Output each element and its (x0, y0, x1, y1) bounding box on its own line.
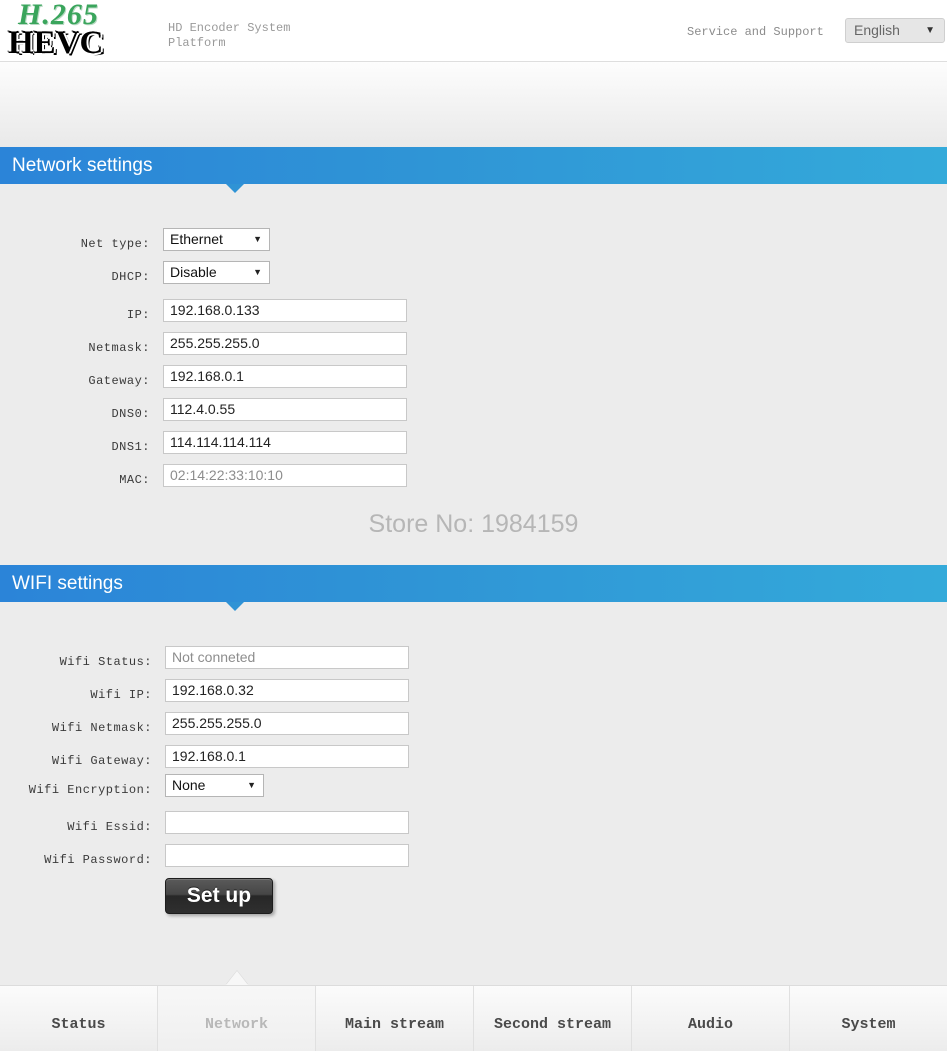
net-type-label: Net type: (80, 237, 150, 251)
nav-item-system[interactable]: System (790, 986, 947, 1051)
chevron-down-icon: ▼ (253, 234, 262, 244)
netmask-input[interactable]: 255.255.255.0 (163, 332, 407, 355)
wifi-section-header: WIFI settings (0, 565, 947, 602)
wifi-netmask-label: Wifi Netmask: (51, 721, 152, 735)
netmask-label: Netmask: (88, 341, 150, 355)
wifi-encryption-value: None (172, 777, 206, 793)
page-title-band: Network Settings (0, 62, 947, 192)
bottom-nav: Status Network Main stream Second stream… (0, 985, 947, 1051)
wifi-encryption-label: Wifi Encryption: (28, 783, 152, 797)
header-subtitle: HD Encoder System Platform (168, 21, 291, 50)
form-row-wifi-ip: Wifi IP: 192.168.0.32 (0, 679, 947, 712)
dns0-input[interactable]: 112.4.0.55 (163, 398, 407, 421)
wifi-ip-label: Wifi IP: (90, 688, 152, 702)
page-root: H.265 HEVC HD Encoder System Platform Se… (0, 0, 947, 1051)
mac-label: MAC: (119, 473, 150, 487)
brand-logo: H.265 HEVC (8, 0, 148, 62)
form-row-dhcp: DHCP: Disable ▼ (0, 261, 947, 294)
form-row-net-type: Net type: Ethernet ▼ (0, 228, 947, 261)
logo-hevc-text: HEVC (8, 25, 104, 61)
dns0-label: DNS0: (111, 407, 150, 421)
form-row-wifi-netmask: Wifi Netmask: 255.255.255.0 (0, 712, 947, 745)
gateway-label: Gateway: (88, 374, 150, 388)
net-type-select[interactable]: Ethernet ▼ (163, 228, 270, 251)
form-row-ip: IP: 192.168.0.133 (0, 299, 947, 332)
nav-item-status[interactable]: Status (0, 986, 158, 1051)
form-row-wifi-essid: Wifi Essid: (0, 811, 947, 844)
wifi-password-input[interactable] (165, 844, 409, 867)
wifi-section-title: WIFI settings (12, 573, 123, 594)
wifi-panel: WIFI settings Wifi Status: Not conneted … (0, 562, 947, 985)
form-row-netmask: Netmask: 255.255.255.0 (0, 332, 947, 365)
form-row-wifi-encryption: Wifi Encryption: None ▼ (0, 774, 947, 807)
form-row-dns0: DNS0: 112.4.0.55 (0, 398, 947, 431)
network-section-title: Network settings (12, 155, 153, 176)
wifi-status-label: Wifi Status: (59, 655, 152, 669)
wifi-encryption-select[interactable]: None ▼ (165, 774, 264, 797)
wifi-password-label: Wifi Password: (44, 853, 152, 867)
net-type-value: Ethernet (170, 231, 223, 247)
form-row-wifi-status: Wifi Status: Not conneted (0, 646, 947, 679)
mac-input: 02:14:22:33:10:10 (163, 464, 407, 487)
nav-item-audio[interactable]: Audio (632, 986, 790, 1051)
form-row-gateway: Gateway: 192.168.0.1 (0, 365, 947, 398)
nav-item-main-stream[interactable]: Main stream (316, 986, 474, 1051)
wifi-essid-input[interactable] (165, 811, 409, 834)
chevron-down-icon: ▼ (925, 25, 935, 36)
nav-item-second-stream[interactable]: Second stream (474, 986, 632, 1051)
gateway-input[interactable]: 192.168.0.1 (163, 365, 407, 388)
dns1-input[interactable]: 114.114.114.114 (163, 431, 407, 454)
network-section-header: Network settings (0, 147, 947, 184)
dns1-label: DNS1: (111, 440, 150, 454)
ip-input[interactable]: 192.168.0.133 (163, 299, 407, 322)
dhcp-value: Disable (170, 264, 217, 280)
dhcp-select[interactable]: Disable ▼ (163, 261, 270, 284)
network-panel: Network settings Net type: Ethernet ▼ DH… (0, 147, 947, 562)
setup-button[interactable]: Set up (165, 878, 273, 914)
ip-label: IP: (126, 308, 150, 322)
wifi-section-notch (226, 602, 244, 611)
wifi-essid-label: Wifi Essid: (67, 820, 152, 834)
service-and-support-link[interactable]: Service and Support (687, 25, 824, 39)
wifi-ip-input[interactable]: 192.168.0.32 (165, 679, 409, 702)
form-row-dns1: DNS1: 114.114.114.114 (0, 431, 947, 464)
wifi-netmask-input[interactable]: 255.255.255.0 (165, 712, 409, 735)
language-select[interactable]: English ▼ (845, 18, 945, 43)
language-select-value: English (854, 22, 900, 38)
chevron-down-icon: ▼ (247, 780, 256, 790)
form-row-mac: MAC: 02:14:22:33:10:10 (0, 464, 947, 497)
wifi-gateway-input[interactable]: 192.168.0.1 (165, 745, 409, 768)
nav-item-network[interactable]: Network (158, 986, 316, 1051)
site-header: H.265 HEVC HD Encoder System Platform Se… (0, 0, 947, 62)
chevron-down-icon: ▼ (253, 267, 262, 277)
bottom-nav-notch (226, 971, 248, 985)
wifi-status-input: Not conneted (165, 646, 409, 669)
dhcp-label: DHCP: (111, 270, 150, 284)
form-row-wifi-password: Wifi Password: (0, 844, 947, 877)
store-number-text: Store No: 1984159 (368, 510, 579, 538)
network-section-notch (226, 184, 244, 193)
